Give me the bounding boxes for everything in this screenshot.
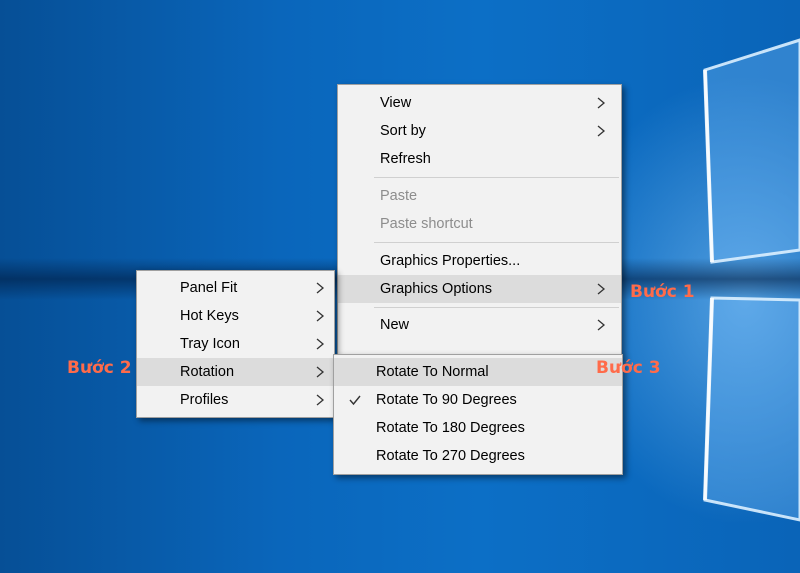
menu-item-label: Paste shortcut — [380, 216, 473, 232]
chevron-right-icon — [597, 283, 606, 295]
menu-item-label: Rotate To 270 Degrees — [376, 448, 525, 464]
step-1-annotation: Bước 1 — [630, 282, 695, 302]
chevron-right-icon — [316, 394, 325, 406]
submenu-item-rotate-normal[interactable]: Rotate To Normal — [334, 358, 622, 386]
submenu-item-tray-icon[interactable]: Tray Icon — [137, 330, 334, 358]
chevron-right-icon — [316, 338, 325, 350]
menu-item-view[interactable]: View — [338, 89, 621, 117]
menu-item-label: Rotate To Normal — [376, 364, 489, 380]
menu-item-label: Rotate To 180 Degrees — [376, 420, 525, 436]
chevron-right-icon — [597, 97, 606, 109]
menu-item-label: Refresh — [380, 151, 431, 167]
submenu-item-rotation[interactable]: Rotation — [137, 358, 334, 386]
menu-item-label: Graphics Properties... — [380, 253, 521, 269]
checkmark-icon — [349, 395, 361, 406]
submenu-item-rotate-90[interactable]: Rotate To 90 Degrees — [334, 386, 622, 414]
menu-item-label: Graphics Options — [380, 281, 493, 297]
chevron-right-icon — [316, 282, 325, 294]
step-2-annotation: Bước 2 — [67, 358, 132, 378]
rotation-submenu: Rotate To Normal Rotate To 90 Degrees Ro… — [333, 354, 623, 475]
menu-separator — [374, 307, 619, 308]
menu-separator — [374, 242, 619, 243]
menu-separator — [374, 177, 619, 178]
menu-item-new[interactable]: New — [338, 311, 621, 339]
submenu-item-panel-fit[interactable]: Panel Fit — [137, 274, 334, 302]
menu-item-label: Hot Keys — [180, 308, 239, 324]
menu-item-label: View — [380, 95, 412, 111]
menu-item-graphics-properties[interactable]: Graphics Properties... — [338, 247, 621, 275]
step-3-annotation: Bước 3 — [596, 358, 661, 378]
menu-item-label: New — [380, 317, 410, 333]
menu-item-label: Rotation — [180, 364, 235, 380]
menu-item-graphics-options[interactable]: Graphics Options — [338, 275, 621, 303]
graphics-options-submenu: Panel Fit Hot Keys Tray Icon Rotation Pr… — [136, 270, 335, 418]
chevron-right-icon — [316, 310, 325, 322]
menu-item-label: Panel Fit — [180, 280, 238, 296]
submenu-item-profiles[interactable]: Profiles — [137, 386, 334, 414]
menu-item-label: Sort by — [380, 123, 426, 139]
menu-item-label: Rotate To 90 Degrees — [376, 392, 517, 408]
menu-item-refresh[interactable]: Refresh — [338, 145, 621, 173]
menu-item-sort-by[interactable]: Sort by — [338, 117, 621, 145]
submenu-item-hot-keys[interactable]: Hot Keys — [137, 302, 334, 330]
menu-item-label: Profiles — [180, 392, 229, 408]
menu-item-paste: Paste — [338, 182, 621, 210]
menu-item-label: Paste — [380, 188, 418, 204]
menu-item-label: Tray Icon — [180, 336, 240, 352]
chevron-right-icon — [597, 319, 606, 331]
chevron-right-icon — [316, 366, 325, 378]
submenu-item-rotate-180[interactable]: Rotate To 180 Degrees — [334, 414, 622, 442]
chevron-right-icon — [597, 125, 606, 137]
menu-item-paste-shortcut: Paste shortcut — [338, 210, 621, 238]
desktop-context-menu: View Sort by Refresh Paste Paste shortcu… — [337, 84, 622, 356]
submenu-item-rotate-270[interactable]: Rotate To 270 Degrees — [334, 442, 622, 470]
